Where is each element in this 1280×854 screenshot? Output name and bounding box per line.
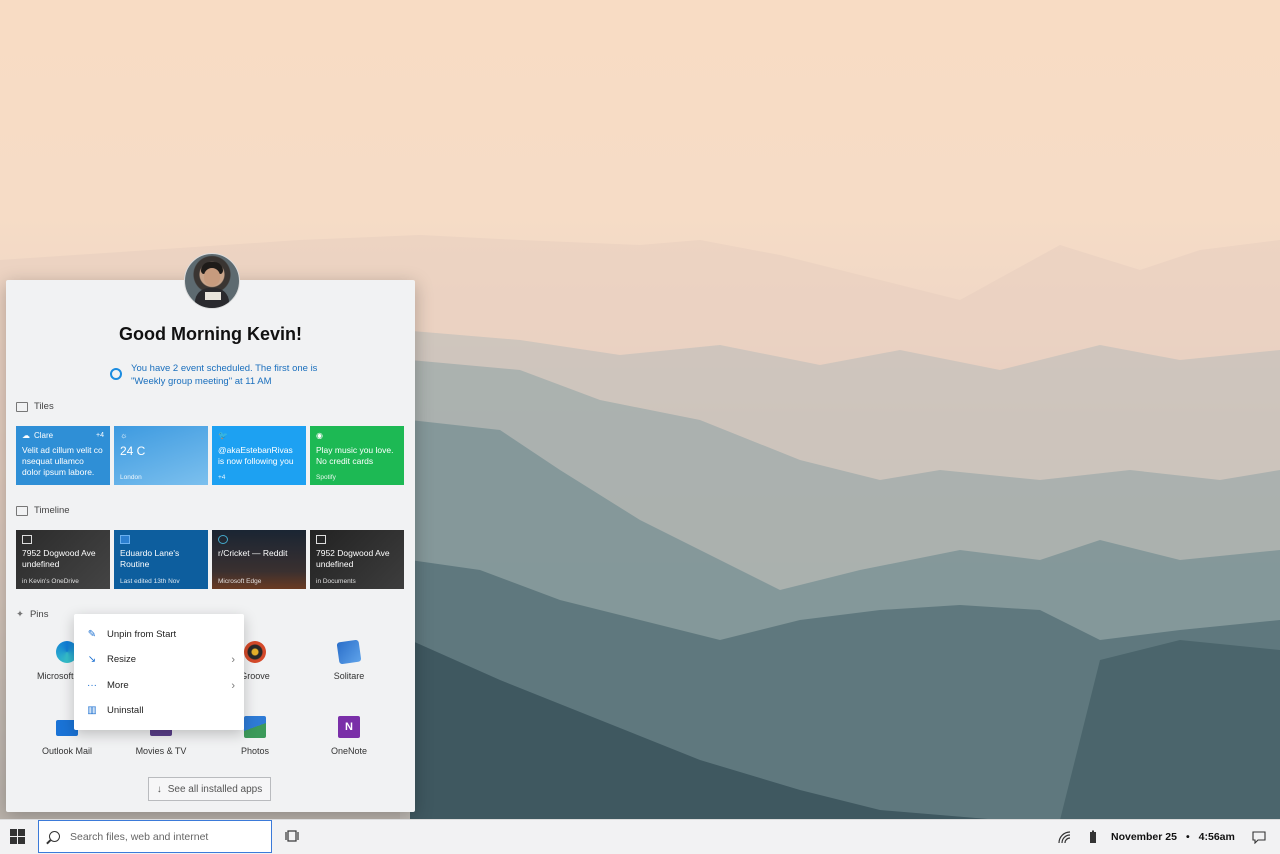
image-icon — [22, 535, 32, 544]
menu-item-label: Uninstall — [107, 705, 144, 716]
timeline-foot: Last edited 13th Nov — [120, 578, 180, 585]
notification-icon[interactable] — [1252, 820, 1266, 854]
wifi-icon[interactable] — [1058, 820, 1071, 854]
groove-icon — [244, 641, 266, 663]
tiles-icon — [16, 401, 28, 412]
date-label: November 25 — [1111, 831, 1177, 843]
timeline-title: 7952 Dogwood Ave undefined — [316, 548, 390, 569]
windows-start-icon[interactable] — [10, 829, 26, 845]
search-placeholder: Search files, web and internet — [70, 830, 209, 843]
timeline-label: Timeline — [34, 505, 70, 516]
pin-solitaire[interactable]: Solitare — [302, 639, 396, 681]
pin-label: Solitare — [333, 671, 365, 681]
weather-temp: 24 C — [120, 444, 146, 458]
timeline-foot: in Documents — [316, 578, 356, 585]
arrow-down-icon: ↓ — [156, 783, 162, 795]
pin-icon: ✦ — [16, 609, 24, 620]
twitter-icon: 🐦 — [218, 431, 228, 440]
timeline-icon — [16, 505, 28, 516]
cortana-icon[interactable] — [110, 368, 122, 380]
resize-icon: ↘ — [87, 654, 97, 665]
word-icon — [120, 535, 130, 544]
time-label: 4:56am — [1198, 831, 1235, 843]
timeline-card[interactable]: r/Cricket — Reddit Microsoft Edge — [212, 530, 306, 589]
pin-label: OneNote — [330, 746, 368, 756]
tiles-section-header: Tiles — [16, 401, 54, 412]
menu-item-resize[interactable]: ↘ Resize › — [74, 647, 244, 672]
see-all-label: See all installed apps — [167, 783, 263, 795]
tile-body: Velit ad cillum velit co nsequat ullamco… — [22, 445, 103, 477]
pin-label: Photos — [240, 746, 270, 756]
tiles-label: Tiles — [34, 401, 54, 412]
tile-body: @akaEstebanRivas is now following you — [218, 445, 294, 466]
start-menu-panel: Good Morning Kevin! You have 2 event sch… — [6, 280, 415, 812]
tile-weather[interactable]: ☼ 24 C London — [114, 426, 208, 485]
timeline-card[interactable]: Eduardo Lane's Routine Last edited 13th … — [114, 530, 208, 589]
avatar-face — [204, 268, 220, 286]
image-icon — [316, 535, 326, 544]
tile-foot: Spotify — [316, 474, 336, 481]
timeline-foot: Microsoft Edge — [218, 578, 262, 585]
pin-label: Movies & TV — [135, 746, 187, 756]
greeting-title: Good Morning Kevin! — [119, 324, 302, 344]
menu-item-label: More — [107, 680, 129, 691]
menu-item-label: Unpin from Start — [107, 629, 177, 640]
chevron-right-icon: › — [231, 653, 235, 666]
weather-location: London — [120, 474, 142, 481]
event-summary[interactable]: You have 2 event scheduled. The first on… — [131, 362, 331, 388]
task-view-icon[interactable] — [285, 829, 299, 843]
timeline-title: Eduardo Lane's Routine — [120, 548, 180, 569]
edge-icon — [218, 535, 228, 544]
photos-icon — [244, 716, 266, 738]
trash-icon: ▥ — [87, 705, 97, 716]
tile-spotify[interactable]: ◉ Play music you love. No credit cards S… — [310, 426, 404, 485]
menu-item-unpin[interactable]: ✎ Unpin from Start — [74, 622, 244, 647]
avatar-book — [205, 292, 221, 300]
timeline-card[interactable]: 7952 Dogwood Ave undefined in Documents — [310, 530, 404, 589]
menu-item-label: Resize — [107, 654, 137, 665]
pin-onenote[interactable]: N OneNote — [302, 716, 396, 756]
solitaire-icon — [336, 639, 362, 665]
sun-icon: ☼ — [120, 431, 128, 440]
search-input[interactable]: Search files, web and internet — [38, 820, 272, 853]
pins-section-header: ✦ Pins — [16, 609, 48, 620]
taskbar: Search files, web and internet November … — [0, 819, 1280, 854]
battery-icon[interactable] — [1089, 820, 1097, 854]
timeline-foot: in Kevin's OneDrive — [22, 578, 79, 585]
context-menu: ✎ Unpin from Start ↘ Resize › ··· More ›… — [74, 614, 244, 730]
chevron-right-icon: › — [231, 679, 235, 692]
tile-badge: +4 — [96, 432, 104, 439]
timeline-title: r/Cricket — Reddit — [218, 548, 288, 558]
spotify-icon: ◉ — [316, 431, 323, 440]
see-all-apps-button[interactable]: ↓ See all installed apps — [148, 777, 271, 801]
timeline-card[interactable]: 7952 Dogwood Ave undefined in Kevin's On… — [16, 530, 110, 589]
menu-item-more[interactable]: ··· More › — [74, 673, 244, 698]
timeline-section-header: Timeline — [16, 505, 70, 516]
menu-item-uninstall[interactable]: ▥ Uninstall — [74, 698, 244, 723]
tile-sender: Clare — [34, 431, 54, 440]
search-icon — [49, 831, 60, 842]
unpin-icon: ✎ — [87, 629, 97, 640]
separator: • — [1185, 831, 1190, 843]
pin-label: Outlook Mail — [41, 746, 93, 756]
cloud-icon: ☁ — [22, 431, 30, 440]
avatar[interactable] — [184, 253, 240, 309]
more-icon: ··· — [87, 680, 97, 691]
clock[interactable]: November 25 • 4:56am — [1111, 820, 1235, 854]
tile-twitter[interactable]: 🐦 @akaEstebanRivas is now following you … — [212, 426, 306, 485]
pins-label: Pins — [29, 609, 49, 620]
onenote-icon: N — [338, 716, 360, 738]
tile-mail-clare[interactable]: ☁ Clare +4 Velit ad cillum velit co nsequ… — [16, 426, 110, 485]
tile-foot: +4 — [218, 474, 226, 481]
timeline-title: 7952 Dogwood Ave undefined — [22, 548, 96, 569]
tile-body: Play music you love. No credit cards — [316, 445, 394, 466]
